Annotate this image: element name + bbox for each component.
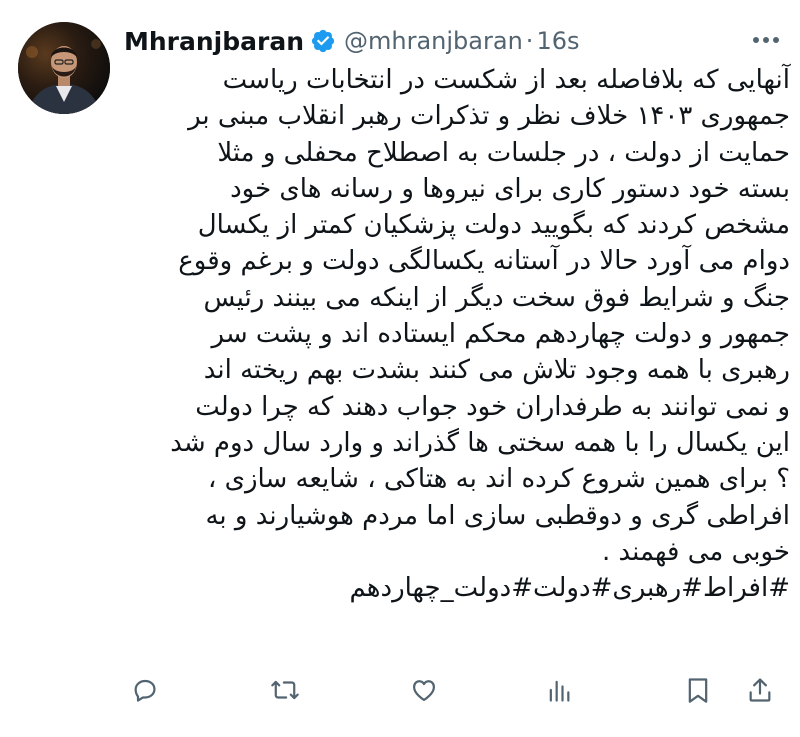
tweet-line: این یکسال را با همه سختی ها گذراند و وار… (170, 427, 790, 458)
tweet-line: حمایت از دولت ، در جلسات به اصطلاح محفلی… (217, 137, 790, 168)
tweet-header: Mhranjbaran @mhranjbaran · 16s (124, 24, 579, 58)
timestamp[interactable]: 16s (536, 27, 579, 55)
display-name[interactable]: Mhranjbaran (124, 27, 304, 56)
tweet-line: مشخص کردند که بگویید دولت پزشکیان کمتر ا… (197, 210, 790, 241)
tweet-line: آنهایی که بلافاصله بعد از شکست در انتخاب… (222, 65, 790, 95)
hashtags[interactable]: #افراط#رهبری#دولت#دولت_چهاردهم (114, 570, 790, 606)
user-handle[interactable]: @mhranjbaran (344, 27, 523, 55)
like-icon[interactable] (408, 674, 440, 706)
action-bar (0, 664, 800, 714)
retweet-icon[interactable] (269, 674, 301, 706)
tweet-line: دوام می آورد حالا در آستانه یکسالگی دولت… (178, 246, 790, 277)
avatar[interactable] (18, 22, 110, 114)
share-icon[interactable] (744, 674, 776, 706)
tweet-line: بسته خود دستور کاری برای نیروها و رسانه … (230, 173, 790, 204)
tweet-line: ؟ برای همین شروع کرده اند به هتاکی ، شای… (207, 464, 790, 495)
tweet-line: خوبی می فهمند . (601, 536, 790, 567)
tweet-text: آنهایی که بلافاصله بعد از شکست در انتخاب… (114, 62, 790, 606)
tweet-line: افراطی گری و دوقطبی سازی اما مردم هوشیار… (205, 500, 790, 531)
separator-dot: · (525, 27, 534, 55)
reply-icon[interactable] (129, 674, 161, 706)
bookmark-icon[interactable] (682, 674, 714, 706)
tweet-line: جنگ و شرایط فوق سخت دیگر از اینکه می بین… (203, 282, 791, 313)
more-options-icon[interactable] (748, 28, 784, 52)
verified-badge-icon (310, 28, 336, 54)
tweet-line: جمهوری ۱۴۰۳ خلاف نظر و تذکرات رهبر انقلا… (188, 101, 790, 132)
tweet-line: جمهور و دولت چهاردهم محکم ایستاده اند و … (211, 319, 790, 350)
tweet-line: رهبری با همه وجود تلاش می کنند بشدت بهم … (203, 355, 790, 386)
views-icon[interactable] (543, 674, 575, 706)
tweet: Mhranjbaran @mhranjbaran · 16s آنهایی که… (0, 0, 800, 737)
tweet-line: و نمی توانند به طرفداران خود جواب دهند ک… (195, 391, 790, 422)
